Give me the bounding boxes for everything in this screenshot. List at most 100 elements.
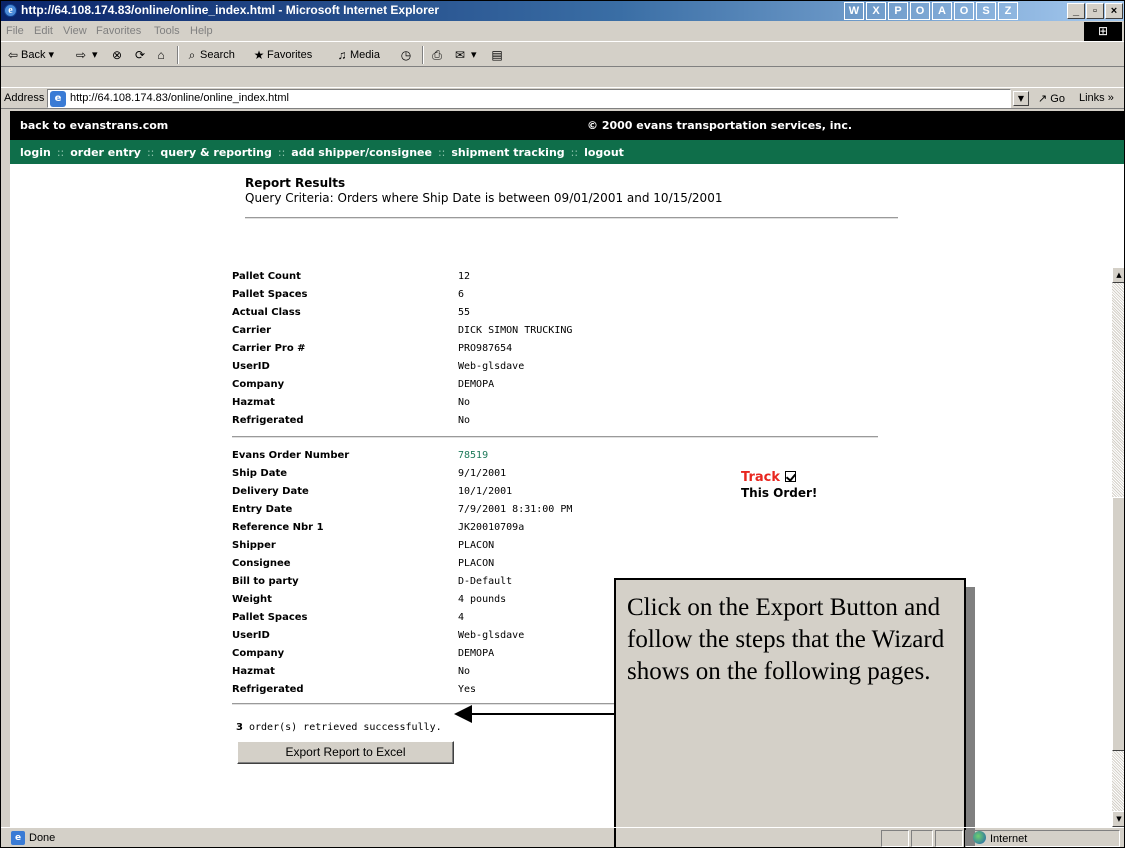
print-button[interactable]: ⎙	[429, 47, 445, 63]
status-pane	[935, 830, 963, 847]
track-order-checkbox[interactable]	[784, 471, 796, 482]
detail-row: Pallet Count 12	[232, 271, 471, 282]
detail-row: UserID Web-glsdave	[232, 361, 525, 372]
nav-login[interactable]: login	[20, 146, 51, 159]
back-arrow-icon: ⇦	[7, 48, 19, 62]
history-button[interactable]: ◷	[398, 47, 414, 63]
media-icon: ♫	[337, 48, 347, 62]
nav-shipment-tracking[interactable]: shipment tracking	[451, 146, 564, 159]
title-bar: e http://64.108.174.83/online/online_ind…	[1, 1, 1124, 21]
search-app-icon[interactable]: S	[976, 2, 996, 20]
order-number-link[interactable]: 78519	[458, 450, 488, 461]
ie-logo-icon: e	[4, 4, 17, 17]
go-button[interactable]: ↗ Go	[1038, 92, 1065, 105]
security-zone: Internet	[973, 831, 1027, 845]
favorites-button[interactable]: ★ Favorites	[251, 47, 313, 63]
minimize-button[interactable]: _	[1067, 3, 1085, 19]
search-button[interactable]: ⌕ Search	[184, 47, 235, 63]
mail-icon: ✉	[454, 48, 466, 62]
callout-arrow-icon	[454, 705, 472, 723]
browser-window: e http://64.108.174.83/online/online_ind…	[0, 0, 1125, 848]
menu-tools[interactable]: Tools	[154, 25, 180, 37]
links-button[interactable]: Links »	[1079, 92, 1114, 104]
scroll-down-button[interactable]: ▼	[1112, 811, 1124, 827]
forward-button[interactable]: ⇨ ▾	[73, 47, 98, 63]
stop-icon: ⊗	[111, 48, 123, 62]
word-icon[interactable]: W	[844, 2, 864, 20]
windows-flag-icon: ⊞	[1084, 22, 1122, 41]
page-icon: e	[50, 91, 66, 107]
stop-button[interactable]: ⊗	[109, 47, 125, 63]
detail-row: Reference Nbr 1 JK20010709a	[232, 522, 525, 533]
callout-text: Click on the Export Button and follow th…	[627, 594, 945, 685]
instruction-callout: Click on the Export Button and follow th…	[614, 578, 966, 847]
detail-row: Company DEMOPA	[232, 379, 495, 390]
toolbar-separator	[177, 46, 179, 64]
nav-order-entry[interactable]: order entry	[70, 146, 141, 159]
address-url[interactable]: http://64.108.174.83/online/online_index…	[70, 92, 289, 104]
address-bar: Address e http://64.108.174.83/online/on…	[1, 87, 1124, 109]
track-label: Track	[741, 470, 780, 485]
window-title: http://64.108.174.83/online/online_index…	[21, 3, 440, 17]
status-bar: e Done Internet	[1, 827, 1124, 847]
address-dropdown-button[interactable]: ▼	[1013, 91, 1029, 106]
back-to-site-link[interactable]: back to evanstrans.com	[20, 119, 168, 132]
excel-icon[interactable]: X	[866, 2, 886, 20]
divider	[245, 217, 898, 219]
site-nav: login:: order entry:: query & reporting:: a…	[10, 140, 1124, 164]
refresh-button[interactable]: ⟳	[132, 47, 148, 63]
menu-edit[interactable]: Edit	[34, 25, 53, 37]
detail-row: Evans Order Number 78519	[232, 450, 489, 461]
refresh-icon: ⟳	[134, 48, 146, 62]
address-label: Address	[4, 92, 45, 104]
outlook-icon[interactable]: O	[910, 2, 930, 20]
detail-row: Actual Class 55	[232, 307, 471, 318]
search-icon: ⌕	[188, 48, 196, 62]
edit-page-button[interactable]: ▤	[489, 47, 505, 63]
forward-arrow-icon: ⇨	[75, 48, 87, 62]
access-icon[interactable]: A	[932, 2, 952, 20]
query-criteria: Query Criteria: Orders where Ship Date i…	[245, 191, 723, 205]
toolbar-separator	[422, 46, 424, 64]
status-pane	[911, 830, 933, 847]
edit-document-icon: ▤	[491, 48, 503, 62]
print-icon: ⎙	[432, 48, 442, 62]
nav-query-reporting[interactable]: query & reporting	[160, 146, 272, 159]
mail-button[interactable]: ✉ ▾	[452, 47, 477, 63]
nav-logout[interactable]: logout	[584, 146, 624, 159]
vertical-scrollbar[interactable]: ▲ ▼	[1112, 267, 1124, 827]
restore-button[interactable]: ▫	[1086, 3, 1104, 19]
powerpoint-icon[interactable]: P	[888, 2, 908, 20]
scroll-thumb[interactable]	[1112, 497, 1124, 751]
go-arrow-icon: ↗	[1038, 93, 1048, 105]
detail-row: Entry Date 7/9/2001 8:31:00 PM	[232, 504, 573, 515]
report-title: Report Results	[245, 176, 346, 190]
menu-help[interactable]: Help	[190, 25, 213, 37]
home-button[interactable]: ⌂	[153, 47, 169, 63]
home-icon: ⌂	[157, 48, 165, 62]
address-input[interactable]: e http://64.108.174.83/online/online_ind…	[47, 89, 1011, 108]
globe-icon	[973, 831, 986, 844]
menu-view[interactable]: View	[63, 25, 87, 37]
close-button[interactable]: ×	[1105, 3, 1123, 19]
menu-bar: File Edit View Favorites Tools Help ⊞	[1, 21, 1124, 42]
media-button[interactable]: ♫ Media	[334, 47, 380, 63]
export-to-excel-button[interactable]: Export Report to Excel	[237, 741, 454, 764]
copyright-text: © 2000 evans transportation services, in…	[587, 119, 853, 132]
nav-add-shipper-consignee[interactable]: add shipper/consignee	[291, 146, 432, 159]
taskbar-app-icons: W X P O A O S Z	[844, 2, 1018, 20]
history-icon: ◷	[400, 48, 412, 62]
detail-row: Hazmat No	[232, 397, 471, 408]
nav-row: login:: order entry:: query & reporting:: a…	[20, 146, 624, 159]
menu-favorites[interactable]: Favorites	[96, 25, 141, 37]
status-text: Done	[29, 832, 56, 844]
back-button[interactable]: ⇦ Back ▾	[5, 47, 54, 63]
scroll-up-button[interactable]: ▲	[1112, 267, 1124, 283]
menu-file[interactable]: File	[6, 25, 24, 37]
detail-row: Shipper PLACON	[232, 540, 495, 551]
office-icon[interactable]: O	[954, 2, 974, 20]
app-icon[interactable]: Z	[998, 2, 1018, 20]
window-controls: _ ▫ ×	[1067, 3, 1123, 19]
callout-arrow-line	[471, 713, 614, 715]
detail-row: Refrigerated No	[232, 415, 471, 426]
